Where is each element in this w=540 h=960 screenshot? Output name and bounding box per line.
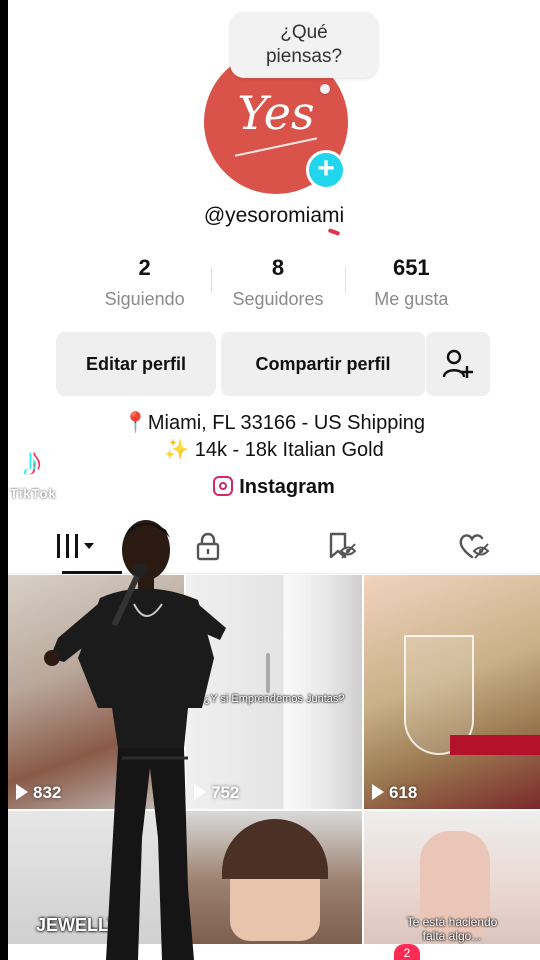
inbox-badge[interactable]: 2 (394, 944, 420, 960)
bio-line-gold: ✨ 14k - 18k Italian Gold (164, 439, 384, 461)
instagram-link[interactable]: Instagram (8, 476, 540, 499)
add-story-plus-icon[interactable]: + (306, 150, 346, 190)
stat-likes-value: 651 (392, 255, 430, 280)
stat-followers-value: 8 (271, 255, 285, 280)
video-caption: Te está haciendo falta algo... (406, 915, 498, 943)
door-handle (266, 653, 270, 693)
tiktok-watermark-text: TikTok (10, 486, 57, 501)
video-views-count: 618 (389, 783, 418, 802)
performer-overlay (44, 520, 226, 960)
tab-saved[interactable] (274, 518, 407, 573)
tiktok-logo-icon: ♪ (22, 440, 42, 484)
stat-likes[interactable]: 651 Me gusta (344, 255, 478, 310)
avatar-logo-text: Yes (237, 86, 315, 140)
share-profile-button[interactable]: Compartir perfil (221, 332, 425, 396)
instagram-link-label: Instagram (239, 476, 335, 498)
video-thumbnail[interactable]: Te está haciendo falta algo... (364, 811, 540, 951)
stat-following-label: Siguiendo (104, 289, 185, 309)
thought-bubble[interactable]: ¿Qué piensas? (230, 12, 378, 78)
avatar-logo-swoosh (234, 137, 318, 157)
bookmark-hidden-icon (329, 532, 356, 559)
tab-liked[interactable] (407, 518, 540, 573)
play-icon (372, 784, 384, 800)
profile-stats: 2 Siguiendo 8 Seguidores 651 Me gusta (78, 255, 478, 310)
profile-screen: ¿Qué piensas? Yes + @yesoromiami 2 Sigui… (8, 0, 540, 960)
play-icon (16, 784, 28, 800)
stat-followers[interactable]: 8 Seguidores (211, 255, 344, 310)
edit-profile-button[interactable]: Editar perfil (56, 332, 216, 396)
heart-hidden-icon (459, 533, 489, 559)
red-ribbon (450, 735, 540, 755)
profile-bio: 📍Miami, FL 33166 - US Shipping ✨ 14k - 1… (8, 410, 540, 464)
add-person-icon (442, 349, 473, 378)
username: @yesoromiami (203, 204, 345, 227)
thought-bubble-text: ¿Qué piensas? (265, 22, 343, 67)
bio-line-location: 📍Miami, FL 33166 - US Shipping (122, 412, 426, 434)
bubble-tail (320, 84, 330, 94)
stat-followers-label: Seguidores (232, 289, 324, 309)
add-friend-button[interactable] (426, 332, 490, 396)
instagram-icon (213, 476, 234, 496)
video-thumbnail[interactable]: 618 (364, 575, 540, 809)
stat-following-value: 2 (138, 255, 151, 280)
red-mark (327, 228, 341, 236)
stat-following[interactable]: 2 Siguiendo (78, 255, 211, 310)
video-views: 618 (372, 783, 417, 803)
stat-likes-label: Me gusta (374, 289, 449, 309)
